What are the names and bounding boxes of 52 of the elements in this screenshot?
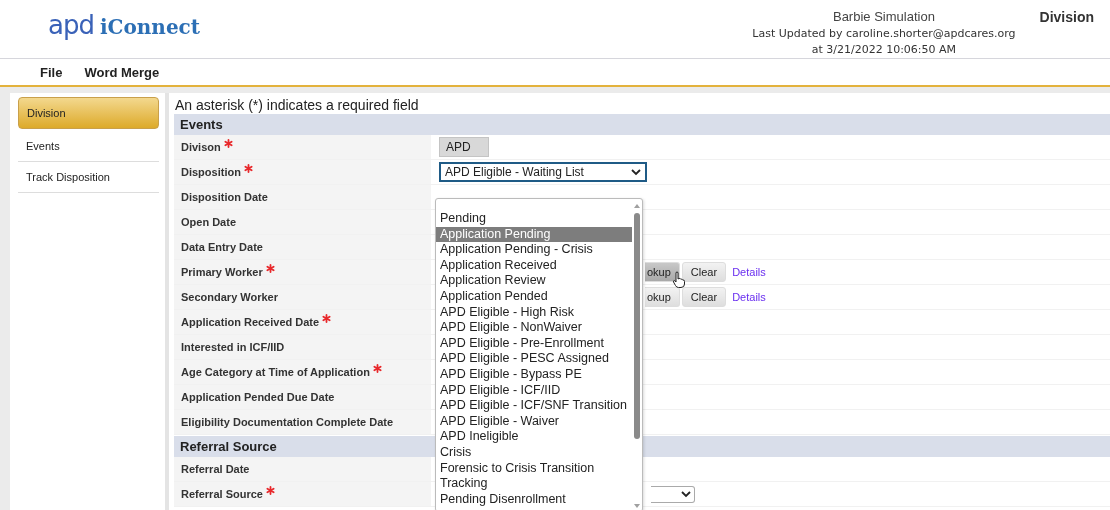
dropdown-option[interactable]: APD Eligible - PESC Assigned <box>436 351 632 367</box>
required-note: An asterisk (*) indicates a required field <box>175 97 420 113</box>
field-label: Disposition <box>181 166 241 178</box>
field-label: Divison <box>181 141 221 153</box>
dropdown-option[interactable]: APD Eligible - Bypass PE <box>436 366 632 383</box>
field-label: Referral Source <box>181 488 263 500</box>
field-label: Application Received Date <box>181 316 320 328</box>
updated-at-text: at 3/21/2022 10:06:50 AM <box>811 43 957 56</box>
dropdown-option[interactable]: APD Eligible - NonWaiver <box>436 320 632 336</box>
worker-button[interactable]: okup <box>645 287 680 307</box>
dropdown-option[interactable]: Application Received <box>436 257 632 274</box>
updated-by-text: Last Updated by caroline.shorter@apdcares.org <box>752 27 1016 40</box>
sidebar-item[interactable]: Events <box>18 131 159 162</box>
dropdown-option[interactable]: Application Pending <box>436 226 632 243</box>
field-label: Eligibility Documentation Complete Date <box>181 416 394 428</box>
worker-button[interactable]: Clear <box>681 287 727 307</box>
dropdown-option[interactable]: APD Eligible - High Risk <box>436 304 632 321</box>
division-field: APD <box>439 137 489 157</box>
section-header: Events <box>174 114 1110 135</box>
disposition-select[interactable]: APD Eligible - Waiting List <box>439 162 647 182</box>
record-name: Barbie Simulation <box>832 9 935 24</box>
field-label: Data Entry Date <box>181 241 263 253</box>
menu-item[interactable]: File <box>40 64 63 80</box>
field-label: Secondary Worker <box>181 291 278 303</box>
dropdown-option[interactable]: Application Pended <box>436 288 632 305</box>
dropdown-option[interactable]: APD Eligible - Pre-Enrollment <box>436 335 632 352</box>
worker-button[interactable]: okup <box>645 262 680 282</box>
dropdown-option[interactable]: Application Review <box>436 273 632 289</box>
dropdown-option[interactable]: Tracking <box>436 476 632 492</box>
dropdown-option[interactable]: Forensic to Crisis Transition <box>436 460 632 477</box>
page-title: Division <box>1039 9 1094 25</box>
field-label: Age Category at Time of Application <box>181 366 370 378</box>
dropdown-option[interactable]: APD Eligible - Waiver <box>436 413 632 430</box>
dropdown-option[interactable]: APD Eligible - ICF/SNF Transition <box>436 398 632 414</box>
menu-item[interactable]: Word Merge <box>84 64 160 80</box>
field-label: Referral Date <box>181 463 250 475</box>
sidebar-item[interactable]: Division <box>18 97 159 129</box>
field-label: Disposition Date <box>181 191 268 203</box>
sidebar-item[interactable]: Track Disposition <box>18 162 159 193</box>
details-link[interactable]: Details <box>732 291 766 303</box>
logo-mark: apd <box>48 12 94 38</box>
dropdown-option[interactable]: APD Eligible - ICF/IID <box>436 382 632 399</box>
details-link[interactable]: Details <box>732 266 766 278</box>
dropdown-option[interactable]: Pending <box>436 211 632 227</box>
field-label: Open Date <box>181 216 236 228</box>
field-label: Interested in ICF/IID <box>181 341 285 353</box>
dropdown-option[interactable]: Application Pending - Crisis <box>436 242 632 258</box>
field-label: Application Pended Due Date <box>181 391 335 403</box>
logo-name: iConnect <box>99 17 201 37</box>
field-label: Primary Worker <box>181 266 263 278</box>
dropdown-option[interactable]: Pending Disenrollment <box>436 491 632 508</box>
worker-button[interactable]: Clear <box>681 262 727 282</box>
